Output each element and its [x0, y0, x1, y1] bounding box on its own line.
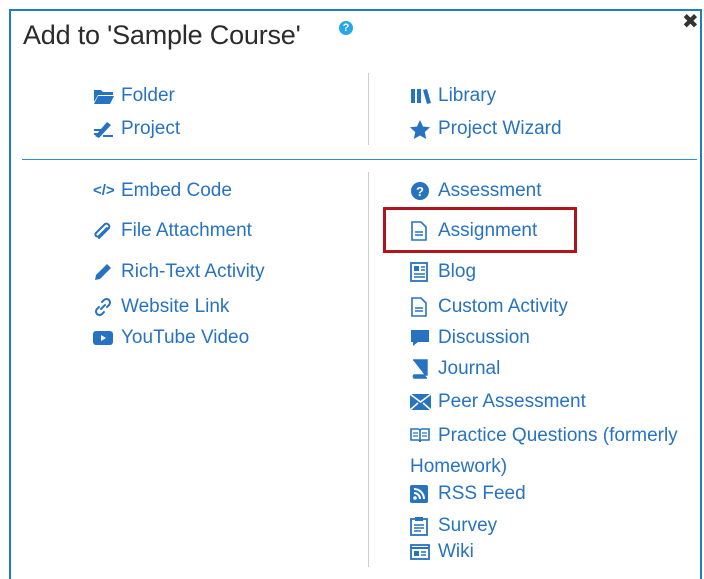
dialog-title: Add to 'Sample Course' [23, 20, 301, 50]
help-icon[interactable]: ? [339, 21, 353, 35]
document-icon [410, 297, 432, 317]
book-icon [410, 359, 432, 379]
close-icon: ✖ [682, 11, 699, 33]
blog-option[interactable]: Blog [410, 261, 476, 283]
peer-assessment-option[interactable]: Peer Assessment [410, 391, 586, 413]
question-circle-icon: ? [410, 181, 432, 201]
code-icon: </> [93, 182, 115, 199]
website-link-label: Website Link [121, 296, 230, 317]
close-button[interactable]: ✖ [682, 12, 699, 32]
project-wizard-option[interactable]: Project Wizard [410, 118, 562, 140]
practice-questions-option[interactable]: Practice Questions (formerly Homework) [410, 421, 702, 481]
youtube-video-option[interactable]: YouTube Video [93, 327, 249, 349]
rss-icon [410, 484, 432, 504]
blog-label: Blog [438, 261, 477, 282]
website-link-option[interactable]: Website Link [93, 296, 229, 318]
custom-activity-label: Custom Activity [438, 296, 568, 317]
project-label: Project [121, 118, 181, 139]
library-icon [410, 86, 432, 106]
envelope-icon [410, 392, 432, 412]
journal-option[interactable]: Journal [410, 358, 500, 380]
rich-text-activity-label: Rich-Text Activity [121, 261, 265, 282]
discussion-option[interactable]: Discussion [410, 327, 530, 349]
file-attachment-option[interactable]: File Attachment [93, 220, 252, 242]
blog-icon [410, 262, 432, 282]
project-icon [93, 119, 115, 139]
assessment-option[interactable]: ? Assessment [410, 180, 541, 202]
folder-icon [93, 86, 115, 106]
wiki-label: Wiki [438, 541, 474, 562]
library-option[interactable]: Library [410, 85, 496, 107]
open-book-icon [410, 423, 432, 452]
survey-label: Survey [438, 515, 498, 536]
bottom-column-divider [368, 172, 369, 567]
assignment-option[interactable]: Assignment [410, 220, 537, 242]
peer-assessment-label: Peer Assessment [438, 391, 586, 412]
embed-code-option[interactable]: </> Embed Code [93, 180, 232, 202]
rss-feed-label: RSS Feed [438, 483, 526, 504]
journal-label: Journal [438, 358, 501, 379]
wiki-option[interactable]: Wiki [410, 541, 474, 563]
svg-text:?: ? [416, 184, 424, 199]
assessment-label: Assessment [438, 180, 542, 201]
pencil-icon [93, 262, 115, 282]
clipboard-icon [410, 516, 432, 536]
library-label: Library [438, 85, 497, 106]
section-divider [22, 159, 697, 160]
star-icon [410, 119, 432, 139]
rss-feed-option[interactable]: RSS Feed [410, 483, 526, 505]
discussion-label: Discussion [438, 327, 530, 348]
practice-questions-label: Practice Questions (formerly Homework) [410, 425, 678, 477]
embed-code-label: Embed Code [121, 180, 232, 201]
folder-label: Folder [121, 85, 175, 106]
assignment-label: Assignment [438, 220, 538, 241]
survey-option[interactable]: Survey [410, 515, 497, 537]
file-attachment-label: File Attachment [121, 220, 252, 241]
folder-option[interactable]: Folder [93, 85, 175, 107]
project-wizard-label: Project Wizard [438, 118, 562, 139]
rich-text-activity-option[interactable]: Rich-Text Activity [93, 261, 265, 283]
comment-icon [410, 328, 432, 348]
wiki-icon [410, 542, 432, 562]
custom-activity-option[interactable]: Custom Activity [410, 296, 568, 318]
link-icon [93, 297, 115, 317]
project-option[interactable]: Project [93, 118, 180, 140]
paperclip-icon [93, 221, 115, 241]
youtube-video-label: YouTube Video [121, 327, 250, 348]
top-column-divider [368, 73, 369, 145]
document-icon [410, 221, 432, 241]
youtube-icon [93, 328, 115, 348]
